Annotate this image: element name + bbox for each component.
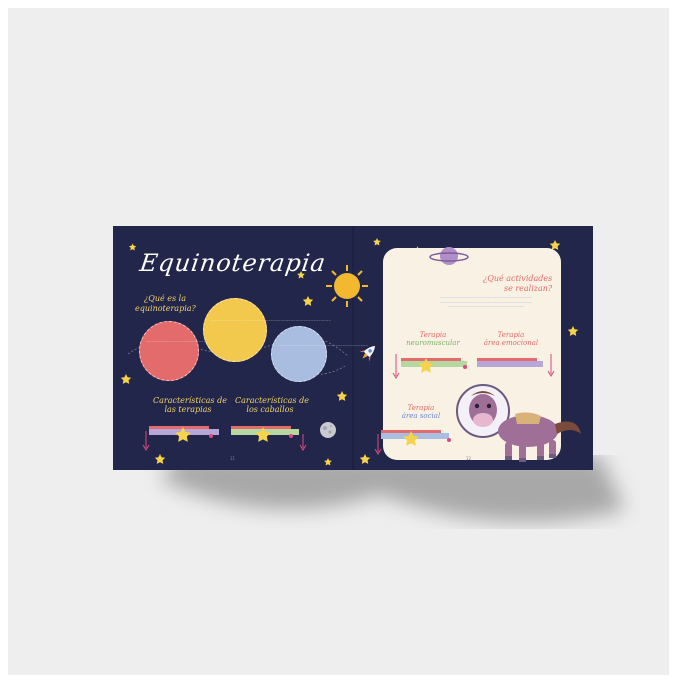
page-number-right: 12 — [466, 456, 472, 461]
open-brochure: Equinoterapia ¿Qué es la equinoterapia? … — [113, 226, 593, 470]
product-mockup-scene: Equinoterapia ¿Qué es la equinoterapia? … — [0, 0, 677, 683]
horse-astronaut-illustration — [456, 384, 581, 462]
